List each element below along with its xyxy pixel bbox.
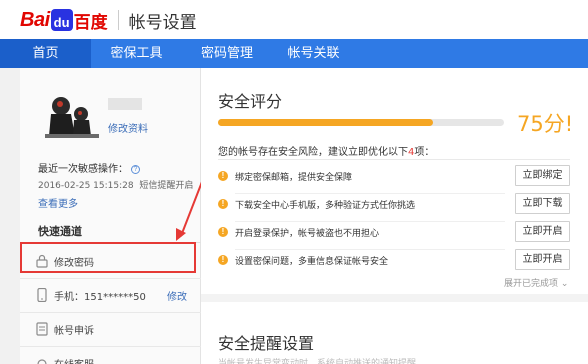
quick-item-account-appeal[interactable]: 帐号申诉 [20, 312, 201, 346]
enable-security-questions-button[interactable]: 立即开启 [515, 249, 570, 270]
quick-access-title: 快速通道 [38, 225, 82, 238]
security-item-login-protection: ! 开启登录保护，帐号被盗也不用担心 立即开启 [218, 218, 570, 250]
quick-item-phone: 手机：151******50 修改 [20, 278, 201, 312]
security-item-text: 绑定密保邮箱，提供安全保障 [235, 173, 353, 183]
security-item-text: 设置密保问题，多重信息保证帐号安全 [235, 257, 389, 267]
page-title: 帐号设置 [128, 12, 197, 33]
security-score-fill [218, 119, 433, 126]
last-sensitive-op-label: 最近一次敏感操作：? [38, 160, 140, 175]
risk-prefix: 您的帐号存在安全风险，建议立即优化以下 [218, 147, 408, 158]
warning-icon: ! [218, 199, 228, 209]
logo-chinese: 百度 [73, 12, 108, 33]
last-op-label-text: 最近一次敏感操作： [38, 164, 128, 175]
security-item-text: 开启登录保护，帐号被盗也不用担心 [235, 229, 380, 239]
quick-item-label: 手机：151******50 [54, 291, 146, 303]
risk-suffix: 项： [414, 147, 435, 158]
help-icon[interactable]: ? [131, 165, 140, 174]
avatar[interactable] [43, 84, 101, 142]
security-item-security-questions: ! 设置密保问题，多重信息保证帐号安全 立即开启 [218, 246, 570, 275]
logo-divider [117, 10, 119, 30]
last-op-action: 短信提醒开启 [139, 181, 194, 191]
security-item-bind-email: ! 绑定密保邮箱，提供安全保障 立即绑定 [218, 162, 570, 194]
nav-tab-security-tools[interactable]: 密保工具 [91, 39, 182, 68]
security-score-title: 安全评分 [218, 92, 283, 111]
divider [218, 159, 570, 160]
quick-item-label: 帐号申诉 [54, 325, 94, 337]
main-panel: 安全评分 75分! 您的帐号存在安全风险，建议立即优化以下4项： ! 绑定密保邮… [201, 68, 588, 364]
edit-phone-link[interactable]: 修改 [167, 288, 187, 303]
enable-login-protection-button[interactable]: 立即开启 [515, 221, 570, 242]
security-score-value: 75分! [517, 112, 574, 136]
logo-latin: Bai [20, 8, 50, 31]
nav-tab-account-link[interactable]: 帐号关联 [272, 39, 355, 68]
expand-completed-link[interactable]: 展开已完成项 ⌄ [504, 276, 568, 289]
main-nav: 首页 密保工具 密码管理 帐号关联 [0, 39, 588, 68]
edit-profile-link[interactable]: 修改资料 [108, 120, 148, 135]
security-score-bar [218, 119, 504, 126]
document-icon [36, 322, 48, 336]
security-item-text: 下载安全中心手机版，多种验证方式任你挑选 [235, 201, 416, 211]
headset-icon [37, 359, 47, 364]
warning-icon: ! [218, 255, 228, 265]
top-header: Bai du 百度 帐号设置 [0, 0, 588, 39]
last-op-detail: 2016-02-25 15:15:28 短信提醒开启 [38, 178, 193, 191]
reminder-settings-title: 安全提醒设置 [218, 334, 315, 353]
risk-summary: 您的帐号存在安全风险，建议立即优化以下4项： [218, 143, 434, 158]
quick-item-label: 在线客服 [54, 356, 94, 364]
annotation-highlight-box [20, 242, 196, 273]
baidu-logo[interactable]: Bai du 百度 帐号设置 [20, 8, 197, 33]
section-separator [201, 294, 588, 302]
warning-icon: ! [218, 171, 228, 181]
logo-paw-icon: du [50, 9, 73, 31]
download-now-button[interactable]: 立即下载 [515, 193, 570, 214]
security-item-download-app: ! 下载安全中心手机版，多种验证方式任你挑选 立即下载 [218, 190, 570, 222]
nav-tab-password[interactable]: 密码管理 [182, 39, 272, 68]
nav-tab-home[interactable]: 首页 [0, 39, 91, 68]
see-more-link[interactable]: 查看更多 [38, 195, 78, 210]
username-blurred [108, 98, 142, 110]
bind-now-button[interactable]: 立即绑定 [515, 165, 570, 186]
last-op-time: 2016-02-25 15:15:28 [38, 181, 134, 191]
warning-icon: ! [218, 227, 228, 237]
phone-icon [37, 288, 47, 302]
quick-item-online-support[interactable]: 在线客服 [20, 346, 201, 364]
reminder-settings-subtitle: 当帐号发生异常变动时，系统自动推送的通知提醒 [218, 359, 417, 364]
sidebar: 修改资料 最近一次敏感操作：? 2016-02-25 15:15:28 短信提醒… [20, 68, 201, 364]
